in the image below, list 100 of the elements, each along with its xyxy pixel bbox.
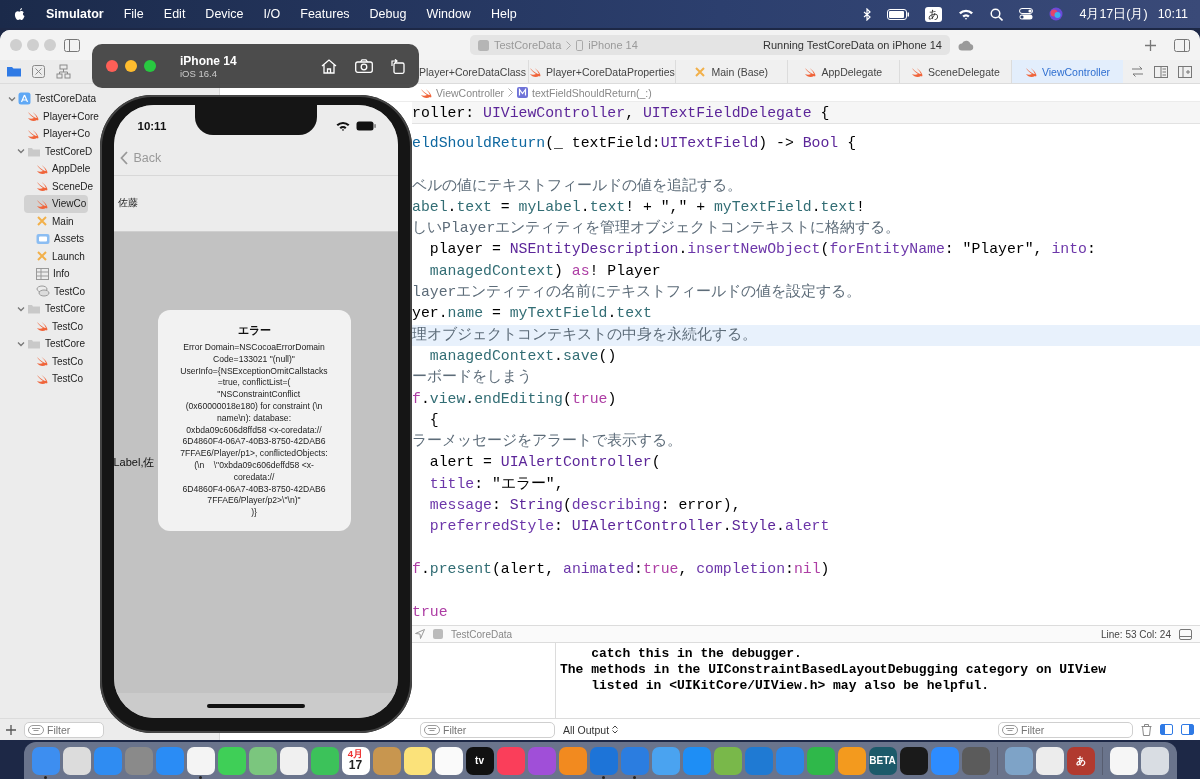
file-tree-item[interactable]: ViewCo — [24, 195, 89, 213]
app-icon[interactable]: tv — [465, 746, 494, 775]
output-menu[interactable]: All Output — [563, 723, 619, 736]
file-tree-item[interactable]: TestCore — [15, 335, 87, 353]
debug-target[interactable]: TestCoreData — [451, 628, 513, 640]
menu-item[interactable]: Device — [205, 7, 244, 21]
app-icon[interactable] — [837, 746, 866, 775]
home-indicator[interactable] — [206, 703, 305, 708]
table-row[interactable]: 佐藤 — [113, 176, 398, 232]
sidebar-toggle-icon[interactable] — [1174, 38, 1190, 52]
rotate-icon[interactable] — [391, 58, 405, 74]
app-icon[interactable] — [1140, 746, 1169, 775]
siri-icon[interactable] — [1049, 7, 1064, 21]
editor-tab[interactable]: Player+CoreDataProperties — [528, 60, 675, 83]
filter-field[interactable]: Filter — [24, 721, 104, 738]
file-tree-item[interactable]: Player+Core — [15, 107, 101, 125]
app-icon[interactable]: BETA — [868, 746, 897, 775]
app-icon[interactable]: あ — [1066, 746, 1095, 775]
app-icon[interactable] — [434, 746, 463, 775]
menu-item[interactable]: Edit — [163, 7, 186, 21]
file-tree-item[interactable]: Assets — [24, 230, 86, 248]
right-panel-icon[interactable] — [1181, 724, 1194, 735]
app-icon[interactable] — [310, 746, 339, 775]
chevron-down-icon[interactable] — [8, 94, 16, 103]
menu-item[interactable]: File — [123, 7, 144, 21]
control-center-icon[interactable] — [1019, 8, 1034, 20]
menu-item[interactable]: Window — [426, 7, 471, 21]
plus-icon[interactable] — [1145, 39, 1156, 51]
app-icon[interactable] — [62, 746, 91, 775]
file-tree-item[interactable]: Launch — [24, 247, 87, 265]
app-icon[interactable] — [217, 746, 246, 775]
panel-toggle-icon[interactable] — [1179, 628, 1192, 640]
swift-icon — [529, 65, 542, 78]
menu-item[interactable]: Help — [490, 7, 517, 21]
chevron-down-icon[interactable] — [17, 147, 25, 156]
swap-arrows-icon[interactable] — [1131, 66, 1144, 77]
file-tree-item[interactable]: TestCoreD — [15, 142, 95, 160]
code-comment: しいPlayerエンティティを管理オブジェクトコンテキストに格納する。 — [412, 218, 901, 239]
search-icon[interactable] — [990, 7, 1004, 21]
file-tree-item[interactable]: TestCo — [24, 370, 86, 388]
camera-icon[interactable] — [355, 59, 373, 73]
phone-icon — [576, 39, 584, 51]
plus-icon[interactable] — [6, 724, 16, 735]
sidebar-toggle-icon[interactable] — [64, 38, 80, 52]
chevron-down-icon[interactable] — [17, 339, 25, 348]
app-icon[interactable] — [279, 746, 308, 775]
app-icon[interactable] — [1004, 746, 1033, 775]
filter-field[interactable]: Filter — [420, 721, 555, 738]
home-icon[interactable] — [321, 58, 337, 74]
cross-icon — [36, 215, 48, 228]
input-source-badge[interactable]: あ — [925, 6, 943, 22]
menu-item[interactable]: Features — [300, 7, 350, 21]
left-panel-icon[interactable] — [1160, 724, 1173, 735]
app-icon[interactable] — [248, 746, 277, 775]
file-tree-item[interactable]: Info — [24, 265, 72, 283]
editor-options-icon[interactable] — [1154, 65, 1168, 78]
chevron-down-icon[interactable] — [17, 304, 25, 313]
cross-icon — [36, 250, 48, 263]
window-control[interactable] — [125, 60, 137, 72]
trash-icon[interactable] — [1141, 723, 1152, 736]
app-icon[interactable] — [403, 746, 432, 775]
add-editor-icon[interactable] — [1178, 65, 1192, 78]
window-control[interactable] — [106, 60, 118, 72]
wifi-icon[interactable] — [958, 8, 975, 20]
app-icon[interactable] — [558, 746, 587, 775]
breadcrumb-item[interactable]: textFieldShouldReturn(_:) — [517, 86, 652, 99]
file-tree-item[interactable]: Player+Co — [15, 125, 92, 143]
app-icon[interactable] — [899, 746, 928, 775]
file-tree-item[interactable]: AppDele — [24, 160, 93, 178]
file-tree-item[interactable]: TestCore — [15, 300, 87, 318]
app-icon[interactable] — [806, 746, 835, 775]
menu-item[interactable]: Simulator — [46, 7, 104, 21]
project-icon — [18, 92, 31, 106]
window-control[interactable] — [144, 60, 156, 72]
app-icon[interactable] — [1109, 746, 1138, 775]
file-tree-item[interactable]: Main — [24, 212, 76, 230]
app-icon[interactable] — [713, 746, 742, 775]
folder-icon[interactable] — [6, 64, 21, 79]
hierarchy-icon[interactable] — [56, 64, 71, 79]
file-tree-item[interactable]: TestCo — [24, 282, 88, 300]
location-arrow-icon[interactable] — [415, 629, 425, 639]
app-icon[interactable]: 4月 17 — [341, 746, 370, 775]
editor-tab[interactable]: ViewController — [1010, 60, 1123, 83]
file-tree-item[interactable]: SceneDe — [24, 177, 96, 195]
menu-time[interactable]: 10:11 — [1157, 7, 1188, 21]
menu-date[interactable]: 4月17日(月) — [1079, 5, 1148, 23]
battery-icon[interactable] — [887, 8, 910, 20]
app-icon[interactable] — [1035, 746, 1064, 775]
close-square-icon[interactable] — [31, 64, 46, 79]
breadcrumb-item[interactable]: ViewController — [420, 86, 505, 99]
menu-item[interactable]: I/O — [263, 7, 281, 21]
swift-icon — [420, 86, 432, 99]
apple-logo-icon[interactable] — [14, 7, 26, 21]
file-tree-item[interactable]: TestCoreData — [6, 90, 99, 108]
bluetooth-icon[interactable] — [863, 7, 872, 21]
filter-field[interactable]: Filter — [998, 721, 1133, 738]
code-line: message: String(describing: error), — [428, 496, 741, 516]
file-tree-item[interactable]: TestCo — [24, 352, 86, 370]
file-tree-item[interactable]: TestCo — [24, 317, 86, 335]
menu-item[interactable]: Debug — [369, 7, 407, 21]
